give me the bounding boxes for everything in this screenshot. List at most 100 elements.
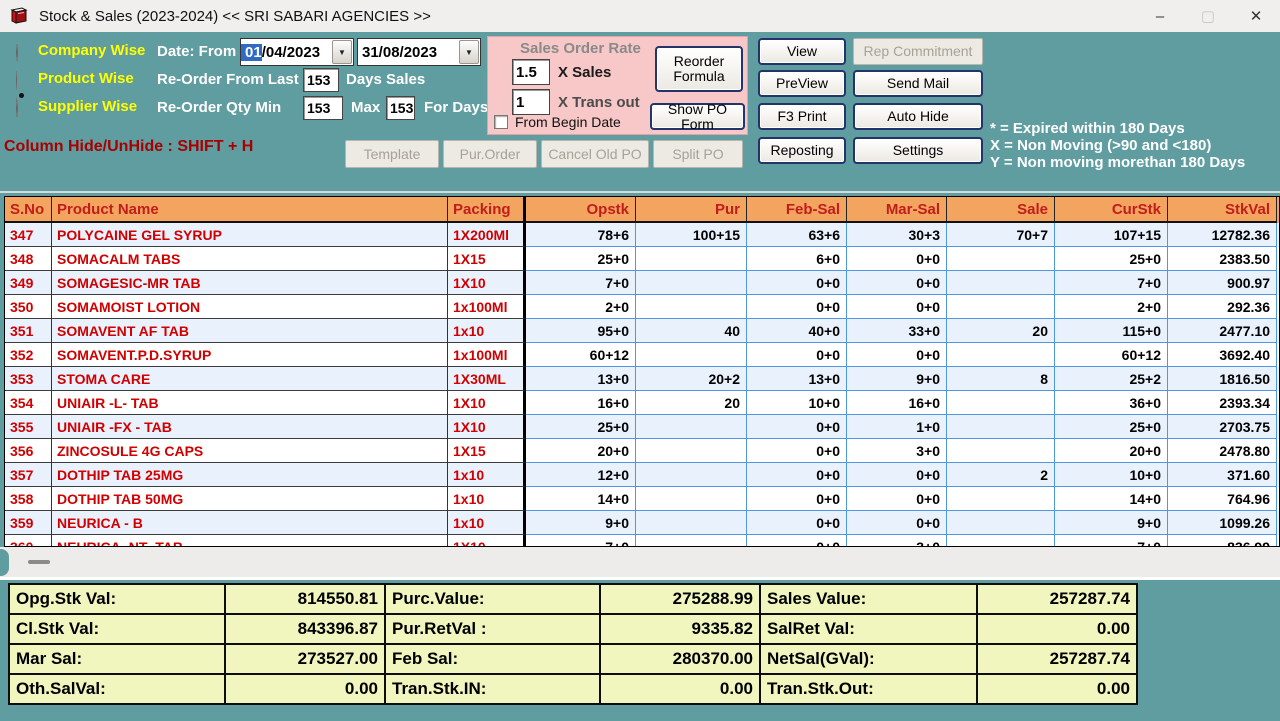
header-curstk: CurStk <box>1055 197 1168 223</box>
f3-print-button[interactable]: F3 Print <box>758 103 846 130</box>
cell-curstk: 60+12 <box>1055 343 1168 367</box>
show-po-form-button[interactable]: Show PO Form <box>650 103 745 130</box>
main-area: Company Wise Product Wise Supplier Wise … <box>0 32 1280 721</box>
table-row[interactable]: 348 SOMACALM TABS 1X15 25+0 6+0 0+0 25+0… <box>5 247 1279 271</box>
table-row[interactable]: 360 NEURICA -NT- TAB 1X10 7+0 0+0 3+0 7+… <box>5 535 1279 547</box>
table-row[interactable]: 347 POLYCAINE GEL SYRUP 1X200Ml 78+6 100… <box>5 223 1279 247</box>
cell-opstk: 2+0 <box>526 295 636 319</box>
cell-stkval: 764.96 <box>1168 487 1277 511</box>
product-grid: S.No Product Name Packing Opstk Pur Feb-… <box>4 196 1280 547</box>
cell-packing: 1x100Ml <box>448 343 526 367</box>
cell-curstk: 10+0 <box>1055 463 1168 487</box>
table-row[interactable]: 355 UNIAIR -FX - TAB 1X10 25+0 0+0 1+0 2… <box>5 415 1279 439</box>
qty-max-input[interactable] <box>386 96 415 120</box>
summary-value: 0.00 <box>601 675 759 703</box>
cell-curstk: 25+0 <box>1055 247 1168 271</box>
header-mar-sal: Mar-Sal <box>847 197 947 223</box>
cell-packing: 1x10 <box>448 511 526 535</box>
cell-mar-sal: 0+0 <box>847 247 947 271</box>
summary-value: 0.00 <box>978 675 1136 703</box>
settings-button[interactable]: Settings <box>853 137 983 164</box>
cell-curstk: 36+0 <box>1055 391 1168 415</box>
horizontal-scrollbar[interactable] <box>0 547 1280 580</box>
cell-product-name: POLYCAINE GEL SYRUP <box>52 223 448 247</box>
table-row[interactable]: 349 SOMAGESIC-MR TAB 1X10 7+0 0+0 0+0 7+… <box>5 271 1279 295</box>
header-sno: S.No <box>5 197 52 223</box>
cell-opstk: 12+0 <box>526 463 636 487</box>
reorder-from-label: Re-Order From Last <box>157 71 299 88</box>
reorder-formula-button[interactable]: Reorder Formula <box>655 46 743 92</box>
cell-stkval: 836.99 <box>1168 535 1277 547</box>
cell-opstk: 14+0 <box>526 487 636 511</box>
cell-sale <box>947 391 1055 415</box>
template-button: Template <box>345 140 439 168</box>
table-row[interactable]: 357 DOTHIP TAB 25MG 1x10 12+0 0+0 0+0 2 … <box>5 463 1279 487</box>
radio-supplier-wise[interactable] <box>16 100 18 118</box>
cell-product-name: SOMAGESIC-MR TAB <box>52 271 448 295</box>
pur-order-button: Pur.Order <box>443 140 537 168</box>
cell-pur <box>636 271 747 295</box>
radio-product-wise-label[interactable]: Product Wise <box>38 70 134 87</box>
summary-value: 814550.81 <box>226 585 384 613</box>
cell-pur <box>636 247 747 271</box>
trans-multiplier-input[interactable] <box>512 89 550 115</box>
reposting-button[interactable]: Reposting <box>758 137 846 164</box>
cell-stkval: 2383.50 <box>1168 247 1277 271</box>
cell-opstk: 7+0 <box>526 271 636 295</box>
cell-curstk: 107+15 <box>1055 223 1168 247</box>
for-days-label: For Days <box>424 99 488 116</box>
date-to-input[interactable]: 31/08/2023 ▼ <box>357 38 481 66</box>
summary-label: Feb Sal: <box>386 645 599 673</box>
auto-hide-button[interactable]: Auto Hide <box>853 103 983 130</box>
cell-stkval: 2478.80 <box>1168 439 1277 463</box>
table-row[interactable]: 358 DOTHIP TAB 50MG 1x10 14+0 0+0 0+0 14… <box>5 487 1279 511</box>
preview-button[interactable]: PreView <box>758 70 846 97</box>
radio-icon[interactable] <box>16 43 18 62</box>
window-title: Stock & Sales (2023-2024) << SRI SABARI … <box>39 8 431 25</box>
table-row[interactable]: 359 NEURICA - B 1x10 9+0 0+0 0+0 9+0 109… <box>5 511 1279 535</box>
x-sales-label: X Sales <box>558 64 611 81</box>
chevron-down-icon[interactable]: ▼ <box>459 40 479 64</box>
minimize-icon[interactable]: – <box>1136 0 1184 32</box>
cell-product-name: STOMA CARE <box>52 367 448 391</box>
cell-sno: 353 <box>5 367 52 391</box>
cell-product-name: NEURICA -NT- TAB <box>52 535 448 547</box>
cell-pur: 40 <box>636 319 747 343</box>
radio-company-wise-label[interactable]: Company Wise <box>38 42 145 59</box>
reorder-qty-min-label: Re-Order Qty Min <box>157 99 281 116</box>
cell-opstk: 16+0 <box>526 391 636 415</box>
cell-sale <box>947 415 1055 439</box>
scrollbar-thumb[interactable] <box>28 560 50 564</box>
radio-company-wise[interactable] <box>16 44 18 62</box>
cell-packing: 1x100Ml <box>448 295 526 319</box>
cell-product-name: UNIAIR -FX - TAB <box>52 415 448 439</box>
table-row[interactable]: 350 SOMAMOIST LOTION 1x100Ml 2+0 0+0 0+0… <box>5 295 1279 319</box>
close-icon[interactable]: ✕ <box>1232 0 1280 32</box>
reorder-from-days-input[interactable] <box>303 68 339 92</box>
cell-pur <box>636 415 747 439</box>
cell-opstk: 25+0 <box>526 415 636 439</box>
table-row[interactable]: 354 UNIAIR -L- TAB 1X10 16+0 20 10+0 16+… <box>5 391 1279 415</box>
radio-supplier-wise-label[interactable]: Supplier Wise <box>38 98 137 115</box>
qty-min-input[interactable] <box>303 96 343 120</box>
cell-sale <box>947 535 1055 547</box>
cell-pur <box>636 295 747 319</box>
rate-multiplier-input[interactable] <box>512 59 550 85</box>
cell-pur <box>636 535 747 547</box>
cell-stkval: 371.60 <box>1168 463 1277 487</box>
view-button[interactable]: View <box>758 38 846 65</box>
radio-icon[interactable] <box>16 99 18 118</box>
table-row[interactable]: 353 STOMA CARE 1X30ML 13+0 20+2 13+0 9+0… <box>5 367 1279 391</box>
date-from-input[interactable]: 01/04/2023 ▼ <box>240 38 354 66</box>
from-begin-date-checkbox[interactable] <box>494 115 508 129</box>
cell-opstk: 7+0 <box>526 535 636 547</box>
send-mail-button[interactable]: Send Mail <box>853 70 983 97</box>
chevron-down-icon[interactable]: ▼ <box>332 40 352 64</box>
from-begin-date-label: From Begin Date <box>515 114 621 130</box>
cell-mar-sal: 3+0 <box>847 535 947 547</box>
cell-sno: 358 <box>5 487 52 511</box>
table-row[interactable]: 352 SOMAVENT.P.D.SYRUP 1x100Ml 60+12 0+0… <box>5 343 1279 367</box>
table-row[interactable]: 351 SOMAVENT AF TAB 1x10 95+0 40 40+0 33… <box>5 319 1279 343</box>
cell-sale: 2 <box>947 463 1055 487</box>
table-row[interactable]: 356 ZINCOSULE 4G CAPS 1X15 20+0 0+0 3+0 … <box>5 439 1279 463</box>
